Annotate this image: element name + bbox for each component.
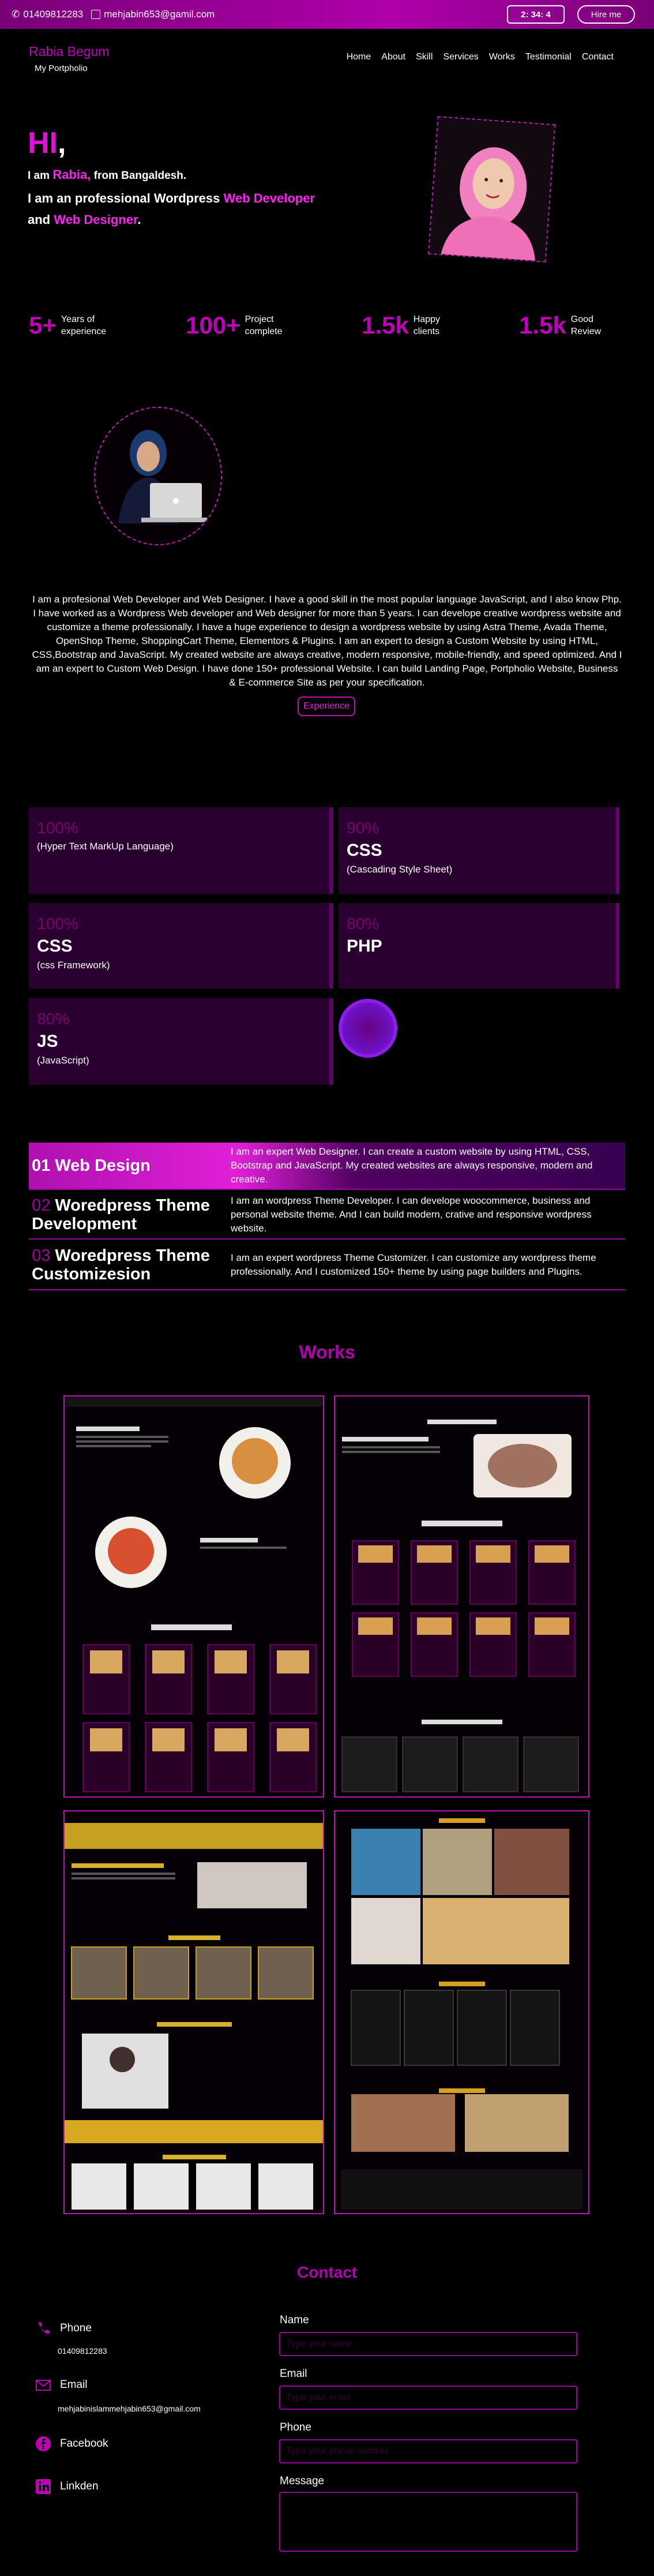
phone-link[interactable]: ✆ 01409812283 — [12, 9, 83, 20]
hire-me-button[interactable]: Hire me — [577, 5, 635, 24]
phone-icon: ✆ — [12, 9, 20, 20]
skill-card-css-framework: 100% CSS (css Framework) — [29, 903, 333, 989]
nav-about[interactable]: About — [381, 52, 405, 62]
phone-icon — [38, 2322, 50, 2334]
contact-phone-value: 01409812283 — [58, 2346, 107, 2356]
email-icon — [36, 2380, 51, 2391]
contact-heading: Contact — [296, 2263, 358, 2281]
nav-works[interactable]: Works — [489, 52, 515, 62]
skill-card-php: 80% PHP — [339, 903, 619, 989]
about-photo — [94, 407, 222, 545]
skill-card-html: 100% (Hyper Text MarkUp Language) — [29, 807, 333, 894]
main-nav: Home About Skill Services Works Testimon… — [347, 52, 614, 62]
service-theme-development[interactable]: 02 Woredpress Theme Development I am an … — [29, 1191, 625, 1240]
email-icon — [91, 10, 101, 19]
form-message-label: Message — [280, 2475, 325, 2487]
about-text: I am a profesional Web Developer and Web… — [32, 594, 622, 688]
progress-circle — [339, 999, 397, 1058]
contact-linkedin-label: Linkden — [60, 2480, 99, 2492]
nav-services[interactable]: Services — [443, 52, 478, 62]
phone-input[interactable]: Type your phone number — [279, 2439, 577, 2463]
hero-intro: I am Rabia, from Bangaldesh. — [28, 167, 187, 182]
experience-button[interactable]: Experience — [298, 697, 355, 716]
name-input[interactable]: Type your name — [279, 2332, 577, 2356]
contact-facebook-label: Facebook — [60, 2438, 108, 2450]
works-heading: Works — [299, 1342, 355, 1362]
hero-greeting: HI, — [28, 126, 66, 160]
contact-email[interactable]: Email — [35, 2376, 88, 2394]
profile-photo — [427, 116, 556, 263]
stat-projects: 100+ Project complete — [186, 312, 283, 339]
brand-name[interactable]: Rabia Begum — [29, 44, 109, 59]
linkedin-icon — [36, 2479, 51, 2494]
nav-testimonial[interactable]: Testimonial — [525, 52, 572, 62]
form-name-label: Name — [280, 2314, 309, 2326]
message-textarea[interactable] — [279, 2492, 577, 2552]
skill-card-css: 90% CSS (Cascading Style Sheet) — [339, 807, 619, 894]
clock: 2: 34: 4 — [507, 5, 565, 24]
skill-card-js: 80% JS (JavaScript) — [29, 998, 333, 1085]
facebook-icon — [36, 2436, 51, 2451]
stat-review: 1.5k Good Review — [519, 312, 602, 339]
brand-subtitle: My Portpholio — [35, 63, 88, 73]
email-text: mehjabin653@gamil.com — [104, 9, 215, 20]
contact-facebook[interactable]: Facebook — [35, 2435, 108, 2453]
email-input[interactable]: Type your email — [279, 2386, 577, 2410]
hero-role: I am an professional Wordpress Web Devel… — [28, 191, 315, 227]
work-thumbnail-4[interactable] — [334, 1810, 589, 2214]
work-thumbnail-3[interactable] — [63, 1810, 324, 2214]
service-web-design[interactable]: 01 Web Design I am an expert Web Designe… — [29, 1143, 625, 1190]
top-bar: ✆ 01409812283 mehjabin653@gamil.com 2: 3… — [0, 0, 654, 29]
nav-contact[interactable]: Contact — [582, 52, 614, 62]
contact-phone-label: Phone — [60, 2322, 92, 2334]
work-thumbnail-2[interactable] — [334, 1395, 589, 1798]
form-email-label: Email — [280, 2368, 307, 2380]
work-thumbnail-1[interactable] — [63, 1395, 324, 1798]
contact-linkedin[interactable]: Linkden — [35, 2478, 99, 2495]
phone-text: 01409812283 — [23, 9, 84, 20]
contact-email-label: Email — [60, 2379, 88, 2391]
service-theme-customization[interactable]: 03 Woredpress Theme Customizesion I am a… — [29, 1241, 625, 1290]
contact-email-value: mehjabinislammehjabin653@gmail.com — [58, 2404, 201, 2413]
nav-home[interactable]: Home — [347, 52, 371, 62]
contact-phone[interactable]: Phone — [35, 2320, 92, 2337]
stat-years: 5+ Years of experience — [29, 312, 107, 339]
email-link[interactable]: mehjabin653@gamil.com — [91, 9, 215, 20]
nav-skill[interactable]: Skill — [416, 52, 433, 62]
form-phone-label: Phone — [280, 2421, 311, 2433]
stat-clients: 1.5k Happy clients — [362, 312, 440, 339]
